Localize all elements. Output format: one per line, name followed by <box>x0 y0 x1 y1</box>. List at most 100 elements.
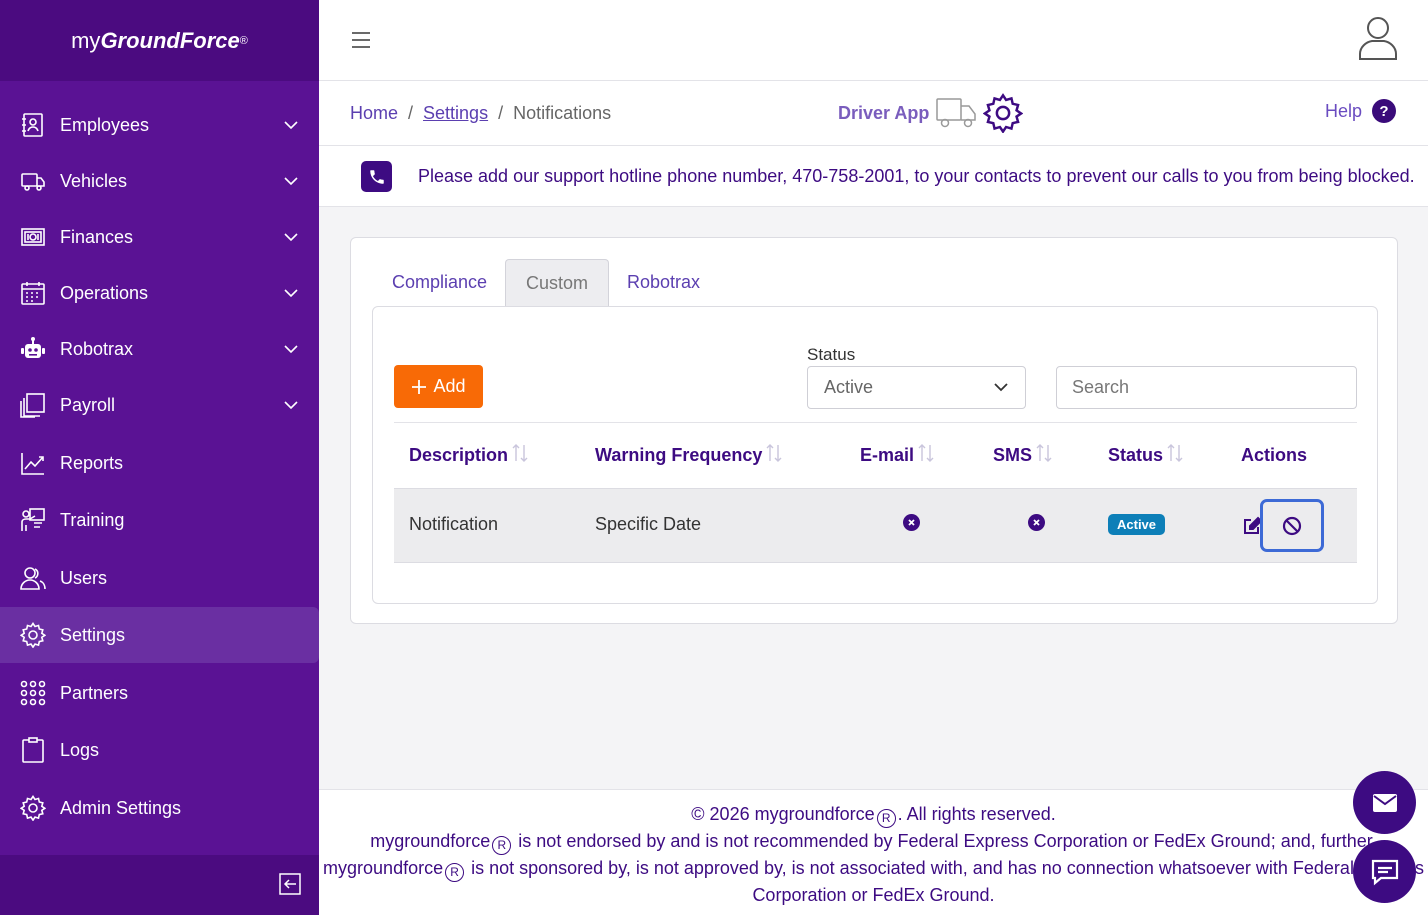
column-header-label: E-mail <box>860 445 915 465</box>
email-disabled-icon <box>903 514 920 531</box>
chevron-down-icon <box>284 289 298 298</box>
status-filter-label: Status <box>807 345 856 364</box>
truck-icon <box>20 168 46 194</box>
add-button[interactable]: Add <box>394 365 483 408</box>
training-icon <box>20 507 46 533</box>
column-header-label: Description <box>409 445 509 465</box>
sidebar-item-partners[interactable]: Partners <box>0 665 319 721</box>
grid-dots-icon <box>20 680 46 706</box>
user-profile-icon[interactable] <box>1358 15 1398 61</box>
menu-icon[interactable] <box>349 28 373 52</box>
footer-copyright: © 2026 mygroundforce R. All rights reserv… <box>319 801 1428 828</box>
status-select-value: Active <box>824 377 874 397</box>
sidebar-item-label: Admin Settings <box>60 797 182 818</box>
sidebar-item-label: Vehicles <box>60 170 128 191</box>
help-link[interactable]: Help ? <box>1325 99 1396 123</box>
users-icon <box>20 565 46 591</box>
sort-icon <box>766 444 782 462</box>
chart-line-icon <box>20 450 46 476</box>
email-fab[interactable] <box>1353 771 1416 834</box>
sort-icon <box>918 444 934 462</box>
column-header-label: Status <box>1108 445 1164 465</box>
brand-reg: ® <box>239 34 248 47</box>
column-header-description[interactable]: Description <box>409 444 530 466</box>
chat-fab[interactable] <box>1353 840 1416 903</box>
brand-prefix: my <box>71 27 101 53</box>
sidebar-footer <box>0 855 319 915</box>
calendar-icon <box>20 280 46 306</box>
footer-text: mygroundforce <box>370 831 491 851</box>
footer-text: is not endorsed by and is not recommende… <box>513 831 1377 851</box>
footer-disclaimer-3: Corporation or FedEx Ground. <box>752 885 995 905</box>
tab-robotrax[interactable]: Robotrax <box>607 259 720 306</box>
page-header: Home / Settings / Notifications Driver A… <box>319 81 1428 146</box>
sidebar-item-vehicles[interactable]: Vehicles <box>0 153 319 209</box>
ban-icon <box>1282 516 1302 535</box>
sidebar-item-label: Robotrax <box>60 338 134 359</box>
sidebar-item-admin-settings[interactable]: Admin Settings <box>0 780 319 836</box>
column-header-status[interactable]: Status <box>1108 444 1185 466</box>
brand-logo[interactable]: my GroundForce ® <box>0 0 319 81</box>
column-header-warning-frequency[interactable]: Warning Frequency <box>595 444 784 466</box>
status-select[interactable]: Active <box>807 366 1026 409</box>
help-label: Help <box>1324 100 1362 121</box>
sidebar-item-training[interactable]: Training <box>0 492 319 548</box>
column-header-label: Actions <box>1241 445 1308 465</box>
sidebar-item-logs[interactable]: Logs <box>0 722 319 778</box>
column-header-sms[interactable]: SMS <box>993 444 1054 466</box>
collapse-sidebar-icon[interactable] <box>279 873 301 895</box>
sidebar-item-label: Settings <box>60 624 126 645</box>
sidebar-item-label: Reports <box>60 452 124 473</box>
chevron-down-icon <box>284 177 298 186</box>
gear-icon <box>20 795 46 821</box>
sidebar-item-robotrax[interactable]: Robotrax <box>0 321 319 377</box>
sidebar-item-reports[interactable]: Reports <box>0 435 319 491</box>
column-header-label: Warning Frequency <box>595 445 763 465</box>
add-button-label: Add <box>433 376 466 396</box>
sidebar-item-label: Partners <box>60 682 129 703</box>
registered-icon: R <box>876 809 896 828</box>
sidebar-item-finances[interactable]: Finances <box>0 209 319 265</box>
sidebar-item-operations[interactable]: Operations <box>0 265 319 321</box>
notifications-card: Compliance Custom Robotrax Add Status Ac… <box>350 237 1398 624</box>
chat-icon <box>1371 859 1398 885</box>
sort-icon <box>512 444 528 462</box>
sidebar-item-label: Training <box>60 509 125 530</box>
sort-icon <box>1036 444 1052 462</box>
sidebar-item-label: Finances <box>60 226 134 247</box>
driver-app-link[interactable]: Driver App <box>838 93 1024 133</box>
help-icon: ? <box>1372 99 1396 123</box>
breadcrumb-current: Notifications <box>513 103 612 123</box>
cell-frequency: Specific Date <box>595 514 702 534</box>
edit-icon[interactable] <box>1242 516 1262 536</box>
tab-custom[interactable]: Custom <box>505 259 610 306</box>
status-badge: Active <box>1108 514 1166 535</box>
column-header-email[interactable]: E-mail <box>860 444 936 466</box>
sidebar-item-payroll[interactable]: Payroll <box>0 377 319 433</box>
deactivate-button[interactable] <box>1260 499 1324 552</box>
sort-icon <box>1167 444 1183 462</box>
gear-icon <box>20 622 46 648</box>
sidebar-item-label: Payroll <box>60 394 116 415</box>
tab-panel: Add Status Active Description Warning Fr… <box>372 306 1378 604</box>
sidebar-item-employees[interactable]: Employees <box>0 97 319 153</box>
money-icon <box>20 224 46 250</box>
search-input[interactable] <box>1056 366 1357 409</box>
footer: © 2026 mygroundforce R. All rights reserv… <box>319 789 1428 915</box>
tab-compliance[interactable]: Compliance <box>372 259 507 306</box>
support-notice: Please add our support hotline phone num… <box>319 146 1428 207</box>
footer-disclaimer-1: mygroundforce R is not endorsed by and is… <box>319 828 1428 855</box>
employees-icon <box>20 112 46 138</box>
breadcrumb-home[interactable]: Home <box>350 103 398 124</box>
table-row[interactable]: Notification Specific Date Active <box>394 488 1357 563</box>
sidebar-item-settings[interactable]: Settings <box>0 607 319 663</box>
chevron-down-icon <box>994 383 1008 392</box>
brand-name: GroundForce <box>100 27 240 53</box>
footer-text: is not sponsored by, is not approved by,… <box>466 858 1424 878</box>
column-header-actions: Actions <box>1241 445 1307 466</box>
sidebar-item-users[interactable]: Users <box>0 550 319 606</box>
chevron-down-icon <box>284 233 298 242</box>
chevron-down-icon <box>284 345 298 354</box>
breadcrumb-settings[interactable]: Settings <box>423 103 488 124</box>
truck-icon <box>936 98 977 128</box>
